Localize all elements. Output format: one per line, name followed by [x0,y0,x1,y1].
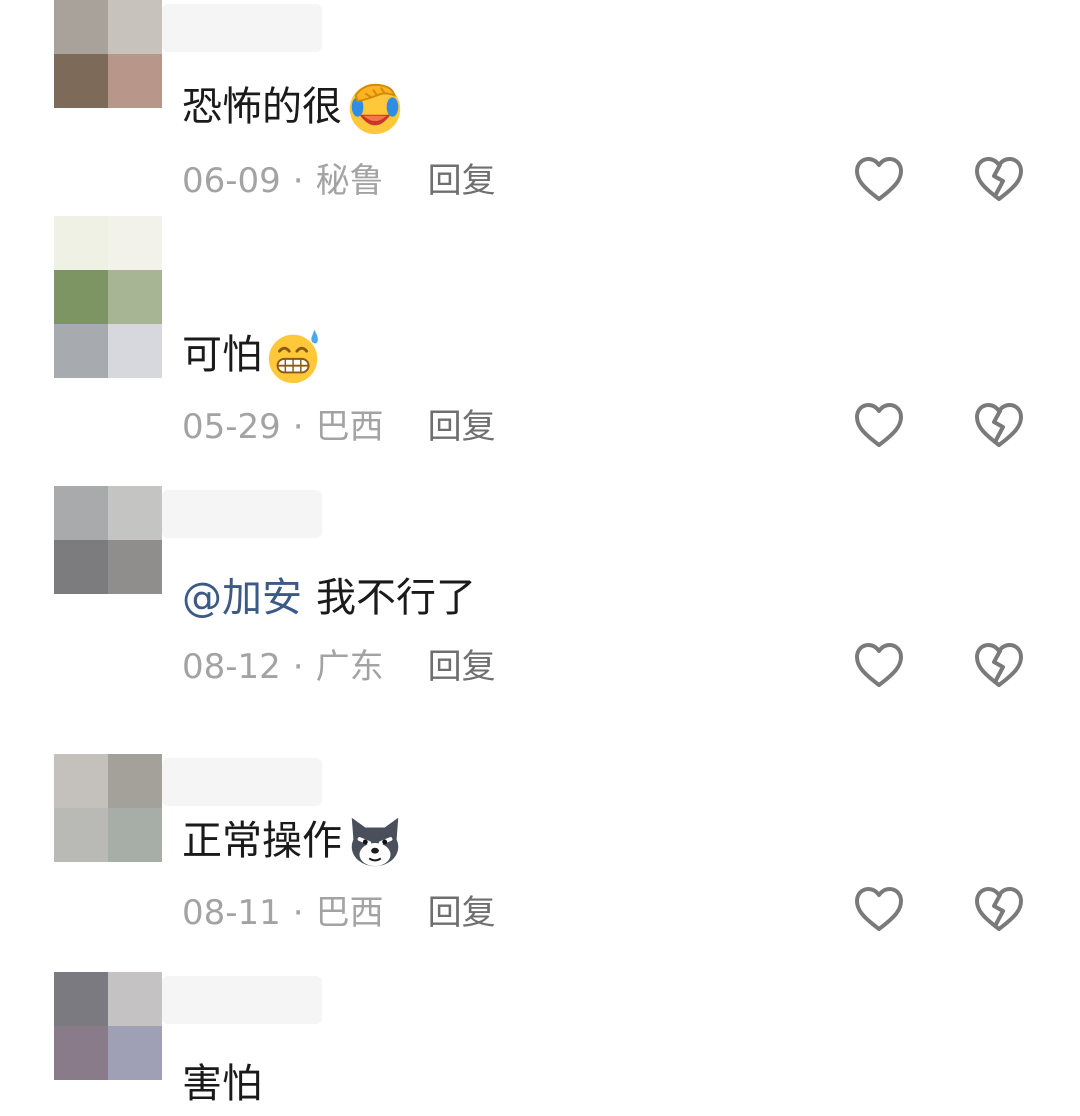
reply-button[interactable]: 回复 [428,647,496,687]
comment-meta: 08-12 · 广东 回复 [182,647,496,687]
username-blurred[interactable] [162,490,322,538]
comment-text-content: 害怕 [182,1061,262,1107]
heart-outline-icon[interactable] [853,400,905,452]
comment-meta: 06-09 · 秘鲁 回复 [182,161,496,201]
broken-heart-icon[interactable] [973,154,1025,206]
username-blurred[interactable] [162,976,322,1024]
avatar[interactable] [54,972,162,1080]
comment-location: 广东 [315,647,384,687]
reply-button[interactable]: 回复 [428,407,496,447]
broken-heart-icon[interactable] [973,884,1025,936]
heart-outline-icon[interactable] [853,884,905,936]
comment-date: 05-29 [182,407,281,447]
comment-meta: 05-29 · 巴西 回复 [182,407,496,447]
broken-heart-icon[interactable] [973,640,1025,692]
comment-text: 恐怖的很 [182,76,406,138]
grimacing-sweat-emoji [268,329,318,384]
comment-text-content: 正常操作 [182,818,342,864]
comment-text-content: 可怕 [182,332,262,378]
comment-text: 可怕 [182,324,326,386]
avatar[interactable] [54,216,162,324]
reply-button[interactable]: 回复 [428,893,496,933]
comment-location: 巴西 [315,893,384,933]
comment-text: @加安 我不行了 [182,570,476,626]
username-blurred[interactable] [162,758,322,806]
comment-date: 06-09 [182,161,281,201]
comment-location: 秘鲁 [315,161,384,201]
avatar[interactable] [54,486,162,594]
username-blurred[interactable] [162,4,322,52]
mention-link[interactable]: @加安 [182,570,302,626]
avatar[interactable] [54,754,162,862]
heart-outline-icon[interactable] [853,154,905,206]
avatar[interactable] [54,0,162,108]
comment-text-content: 恐怖的很 [182,84,342,130]
heart-outline-icon[interactable] [853,640,905,692]
broken-heart-icon[interactable] [973,400,1025,452]
husky-dog-emoji [351,817,399,867]
face-palm-laughing-emoji [349,83,401,135]
comment-text: 正常操作 [182,810,406,872]
avatar-lower [54,324,162,378]
comment-meta: 08-11 · 巴西 回复 [182,893,496,933]
reply-button[interactable]: 回复 [428,161,496,201]
comment-text-content: 我不行了 [316,575,476,621]
comment-date: 08-12 [182,647,281,687]
comment-text: 害怕 [182,1056,262,1112]
comment-location: 巴西 [315,407,384,447]
comment-date: 08-11 [182,893,281,933]
